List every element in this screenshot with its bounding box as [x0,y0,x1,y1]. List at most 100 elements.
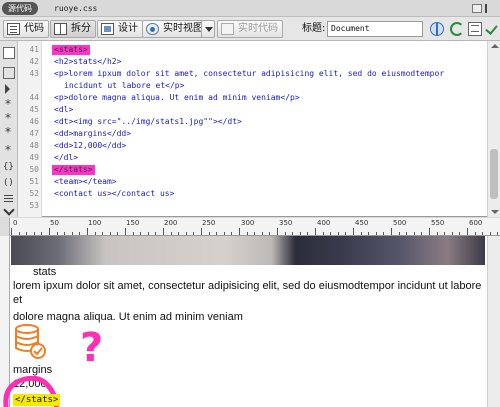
preview-icon[interactable] [468,22,482,36]
stats-dd-margins[interactable]: margins [13,363,52,377]
ruler-tick [155,232,157,235]
code-line[interactable]: <dl> [54,105,73,115]
ruler-tick [102,232,104,235]
apply-comment-icon[interactable] [3,178,15,191]
balance-braces-icon[interactable] [3,143,15,157]
live-view-label: 实时视图 [163,23,203,34]
design-view-button[interactable]: 设计 [97,20,143,38]
code-line[interactable]: <dt><img src="../img/stats1.jpg""></dt> [54,117,242,127]
ruler-label: 350 [279,219,293,227]
document-toolbar: 代码 拆分 设计 实时视图 实时代码 标题: Document [0,17,500,41]
expand-icon[interactable] [3,83,15,95]
ruler-tick [11,228,12,235]
collapse-selection-icon[interactable] [3,97,15,111]
ruler-tick [360,232,362,235]
ruler-tick [246,232,248,235]
live-code-label: 实时代码 [238,23,278,34]
line-number: 41 [29,45,39,54]
window-controls [454,3,494,14]
code-line[interactable]: </dl> [54,153,78,163]
design-view-label: 设计 [118,23,138,34]
ruler-tick [391,228,392,235]
ruler-tick [18,232,20,235]
ruler-tick [147,232,149,235]
design-icon [101,23,114,35]
ruler-tick [451,232,453,235]
live-view-dropdown[interactable] [201,20,215,38]
title-field[interactable]: Document [327,21,423,37]
code-line[interactable]: <team></team> [54,177,117,187]
scroll-up-icon[interactable] [491,44,499,48]
refresh-icon[interactable] [450,22,464,36]
ruler-tick [444,232,446,235]
ruler-tick [322,232,324,235]
ruler-tick [413,232,415,235]
design-view[interactable]: stats lorem ipxum dolor sit amet, consec… [0,236,500,407]
ruler-tick [398,232,400,235]
ruler-tick [140,232,142,235]
related-file-css[interactable]: ruoye.css [54,2,97,15]
code-view-button[interactable]: 代码 [3,20,49,38]
header-image[interactable] [11,236,485,265]
ruler-tick [71,232,73,235]
ruler-tick [429,228,430,235]
ruler-tick [132,232,134,235]
ruler-label: 250 [202,219,216,227]
split-view-button[interactable]: 拆分 [50,20,96,38]
code-line[interactable]: <contact us></contact us> [54,189,174,199]
globe-icon[interactable] [430,22,444,36]
more-tools-icon[interactable] [3,205,15,217]
code-line[interactable]: <h2>stats</h2> [54,57,121,67]
code-view[interactable]: 41 42 43 44 45 46 47 48 49 50 51 52 53 <… [0,41,500,217]
split-view-label: 拆分 [71,23,91,34]
code-scrollbar[interactable] [487,41,500,217]
format-source-icon[interactable] [3,193,15,205]
stats-paragraph-2[interactable]: dolore magna aliqua. Ut enim ad minim ve… [13,310,243,324]
ruler-tick [284,232,286,235]
code-line[interactable]: <dd>12,000</dd> [54,141,126,151]
code-line[interactable]: <p>lorem ipxum dolor sit amet, consectet… [54,69,444,79]
horizontal-ruler: 0 50 100 150 200 250 300 350 400 450 500… [0,218,500,236]
scrollbar-thumb[interactable] [490,149,498,199]
collapse-tag-icon[interactable] [3,67,15,79]
ruler-tick [459,232,461,235]
open-documents-icon[interactable] [3,47,15,59]
live-view-icon [146,23,159,35]
live-view-button[interactable]: 实时视图 [142,20,208,38]
stats-close-tag-marker[interactable]: </stats> [13,394,61,406]
scroll-down-icon[interactable] [491,210,499,214]
ruler-label: 50 [50,219,59,227]
collapse-icon[interactable] [485,4,494,13]
line-number: 51 [29,177,39,186]
ruler-tick [353,228,354,235]
filter-icon[interactable] [472,4,482,13]
ruler-tick [383,232,385,235]
code-line[interactable]: <dd>margins</dd> [54,129,131,139]
braces-icon[interactable] [3,162,15,175]
code-icon [7,23,20,35]
code-line-stats-open[interactable]: <stats> [52,45,90,55]
expand-all-icon[interactable] [3,111,15,125]
stats-paragraph-1[interactable]: lorem ipxum dolor sit amet, consectetur … [13,279,483,307]
line-number-gutter: 41 42 43 44 45 46 47 48 49 50 51 52 53 [18,41,42,217]
source-code-tab[interactable]: 源代码 [2,2,38,15]
ruler-tick [292,232,294,235]
live-code-button[interactable]: 实时代码 [217,20,283,38]
line-number: 45 [29,105,39,114]
validate-icon[interactable] [485,22,497,36]
ruler-tick [79,232,81,235]
ruler-label: 600 [469,219,483,227]
code-line-stats-close[interactable]: </stats> [52,165,95,175]
code-line[interactable]: <p>dolore magna aliqua. Ut enim ad minim… [54,93,300,103]
ruler-tick [330,232,332,235]
ruler-label: 450 [355,219,369,227]
design-scrollbar[interactable] [487,236,500,407]
ruler-tick [307,232,309,235]
select-parent-tag-icon[interactable] [3,125,15,139]
ruler-tick [375,232,377,235]
ruler-tick [125,228,126,235]
database-check-icon[interactable] [13,324,47,362]
code-line[interactable]: incidunt ut labore et</p> [64,81,184,91]
stats-heading[interactable]: stats [33,265,56,279]
coding-toolbar [0,41,18,217]
